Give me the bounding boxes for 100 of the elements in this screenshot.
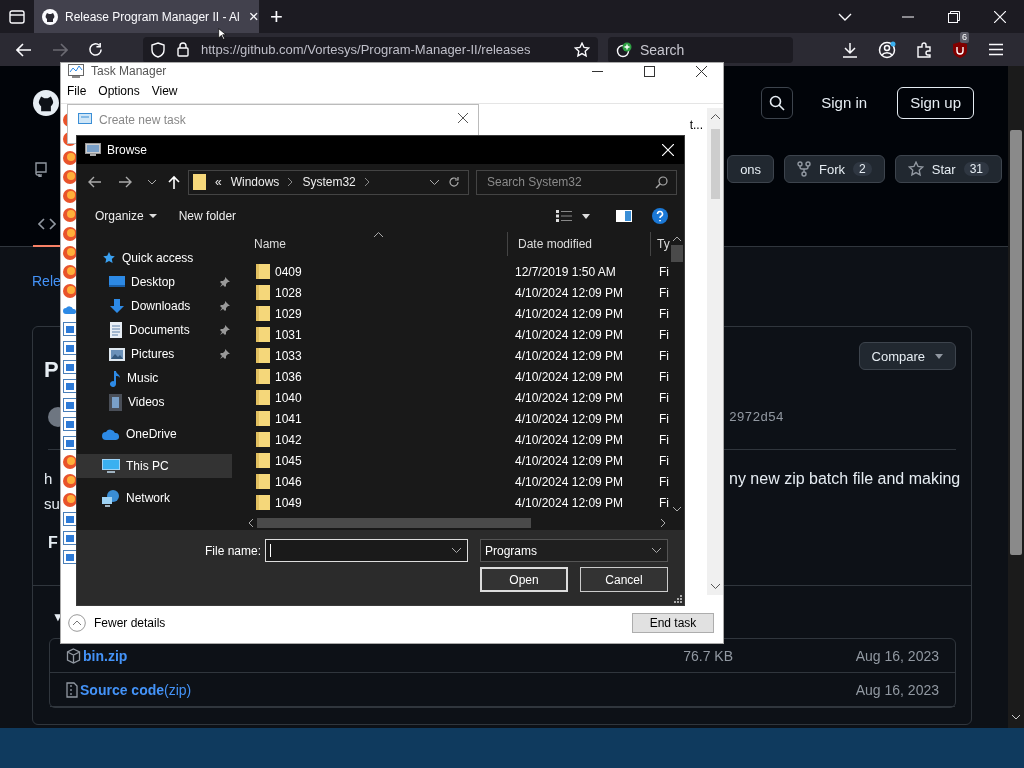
file-name[interactable]: 1042 xyxy=(275,432,302,447)
nav-item[interactable]: Documents xyxy=(77,318,232,342)
tab-list-icon[interactable] xyxy=(9,9,25,24)
search-input[interactable]: Search System32 xyxy=(485,174,655,190)
lock-icon[interactable] xyxy=(177,42,189,57)
file-name[interactable]: 1029 xyxy=(275,306,302,321)
file-name[interactable]: 1031 xyxy=(275,327,302,342)
nav-item[interactable]: Quick access xyxy=(77,246,232,270)
preview-pane-icon[interactable] xyxy=(616,210,632,222)
collapse-icon[interactable] xyxy=(68,614,86,632)
page-scrollbar[interactable] xyxy=(1008,66,1024,728)
scrollbar[interactable] xyxy=(707,108,723,595)
nav-item[interactable]: Desktop xyxy=(77,270,232,294)
forward-arrow-icon[interactable] xyxy=(118,176,132,188)
pin-icon[interactable] xyxy=(220,349,230,359)
nav-item[interactable]: Videos xyxy=(77,390,232,414)
file-name[interactable]: 0409 xyxy=(275,264,302,279)
shield-icon[interactable] xyxy=(151,41,165,58)
scroll-thumb[interactable] xyxy=(257,518,531,528)
file-name[interactable]: 1040 xyxy=(275,390,302,405)
repo-action-button[interactable]: Fork 2 xyxy=(784,155,885,183)
account-icon[interactable] xyxy=(878,40,896,59)
sign-in-link[interactable]: Sign in xyxy=(821,94,868,111)
menu-item[interactable]: File xyxy=(67,84,87,98)
code-icon[interactable] xyxy=(38,217,56,231)
search-input[interactable]: Search xyxy=(638,40,782,59)
file-name[interactable]: 1028 xyxy=(275,285,302,300)
up-arrow-icon[interactable] xyxy=(168,175,180,189)
shield-extension-icon[interactable] xyxy=(952,40,968,59)
repo-action-button[interactable]: ons xyxy=(727,155,775,183)
cancel-button[interactable]: Cancel xyxy=(580,567,668,592)
minimize-icon[interactable] xyxy=(592,70,603,72)
file-name[interactable]: 1036 xyxy=(275,369,302,384)
star-icon[interactable] xyxy=(574,41,590,58)
nav-item[interactable]: This PC xyxy=(77,454,232,478)
address-field[interactable]: « Windows System32 xyxy=(188,169,469,195)
asset-link[interactable]: Source code(zip) xyxy=(80,681,192,698)
nav-item[interactable]: Network xyxy=(77,486,232,510)
column-header[interactable]: Name xyxy=(244,232,508,256)
file-name[interactable]: 1041 xyxy=(275,411,302,426)
browser-tab[interactable]: Release Program Manager II - Al × xyxy=(34,0,259,33)
file-name[interactable]: 1033 xyxy=(275,348,302,363)
maximize-icon[interactable] xyxy=(644,65,655,77)
overflow-chevron[interactable]: « xyxy=(215,175,222,189)
column-header[interactable]: Date modified xyxy=(508,232,651,256)
chevron-down-icon[interactable] xyxy=(148,179,156,185)
asset-link[interactable]: bin.zip xyxy=(83,647,128,664)
file-name[interactable]: 1046 xyxy=(275,474,302,489)
scroll-up-icon[interactable] xyxy=(673,236,681,241)
scroll-right-icon[interactable] xyxy=(661,519,666,527)
nav-item[interactable]: OneDrive xyxy=(77,422,232,446)
reload-icon[interactable] xyxy=(88,42,103,57)
breadcrumb[interactable]: Windows xyxy=(230,175,280,189)
file-name-field[interactable] xyxy=(265,539,468,562)
back-arrow-icon[interactable] xyxy=(88,176,102,188)
chevron-down-icon[interactable] xyxy=(430,179,439,185)
pin-icon[interactable] xyxy=(220,301,230,311)
download-icon[interactable] xyxy=(842,41,858,58)
scroll-down-icon[interactable] xyxy=(673,507,681,512)
organize-button[interactable]: Organize xyxy=(87,209,165,223)
url-text[interactable]: https://github.com/Vortesys/Program-Manager-II/releases xyxy=(201,42,562,57)
help-icon[interactable] xyxy=(652,208,668,224)
scroll-thumb[interactable] xyxy=(710,129,720,199)
chevron-right-icon[interactable] xyxy=(364,178,370,186)
column-header[interactable]: t... xyxy=(689,118,703,134)
file-type-dropdown[interactable]: Programs xyxy=(480,539,668,562)
end-task-button[interactable]: End task xyxy=(632,613,714,633)
scroll-down-icon[interactable] xyxy=(710,584,720,589)
menu-item[interactable]: Options xyxy=(98,84,140,98)
open-button[interactable]: Open xyxy=(480,567,568,592)
nav-item[interactable]: Downloads xyxy=(77,294,232,318)
refresh-icon[interactable] xyxy=(448,176,460,188)
sign-up-button[interactable]: Sign up xyxy=(897,86,974,119)
fewer-details-link[interactable]: Fewer details xyxy=(94,616,166,630)
commit-hash[interactable]: 2972d54 xyxy=(729,409,784,425)
github-logo[interactable] xyxy=(33,89,59,116)
repo-action-button[interactable]: Star 31 xyxy=(894,155,1002,183)
file-name[interactable]: 1049 xyxy=(275,495,302,510)
caret-icon[interactable] xyxy=(582,213,590,219)
view-options-icon[interactable] xyxy=(556,210,572,222)
new-folder-button[interactable]: New folder xyxy=(170,209,245,223)
nav-item[interactable]: Music xyxy=(77,366,232,390)
column-header[interactable]: Ty xyxy=(651,232,670,256)
resize-grip-icon[interactable] xyxy=(674,595,682,603)
search-bar[interactable]: Search xyxy=(608,36,793,63)
search-button[interactable] xyxy=(761,86,794,119)
scroll-left-icon[interactable] xyxy=(248,519,253,527)
menu-item[interactable]: View xyxy=(151,84,178,98)
compare-button[interactable]: Compare xyxy=(858,342,956,370)
pin-icon[interactable] xyxy=(220,277,230,287)
close-icon[interactable] xyxy=(458,113,468,123)
restore-icon[interactable] xyxy=(948,10,960,23)
breadcrumb[interactable]: System32 xyxy=(302,175,356,189)
nav-item[interactable]: Pictures xyxy=(77,342,232,366)
address-bar[interactable]: https://github.com/Vortesys/Program-Manager-II/releases xyxy=(143,36,598,63)
close-tab-button[interactable]: × xyxy=(246,6,261,27)
pin-icon[interactable] xyxy=(220,325,230,335)
menu-icon[interactable] xyxy=(988,43,1004,56)
chevron-right-icon[interactable] xyxy=(288,178,294,186)
search-bar[interactable]: Search System32 xyxy=(476,169,677,195)
